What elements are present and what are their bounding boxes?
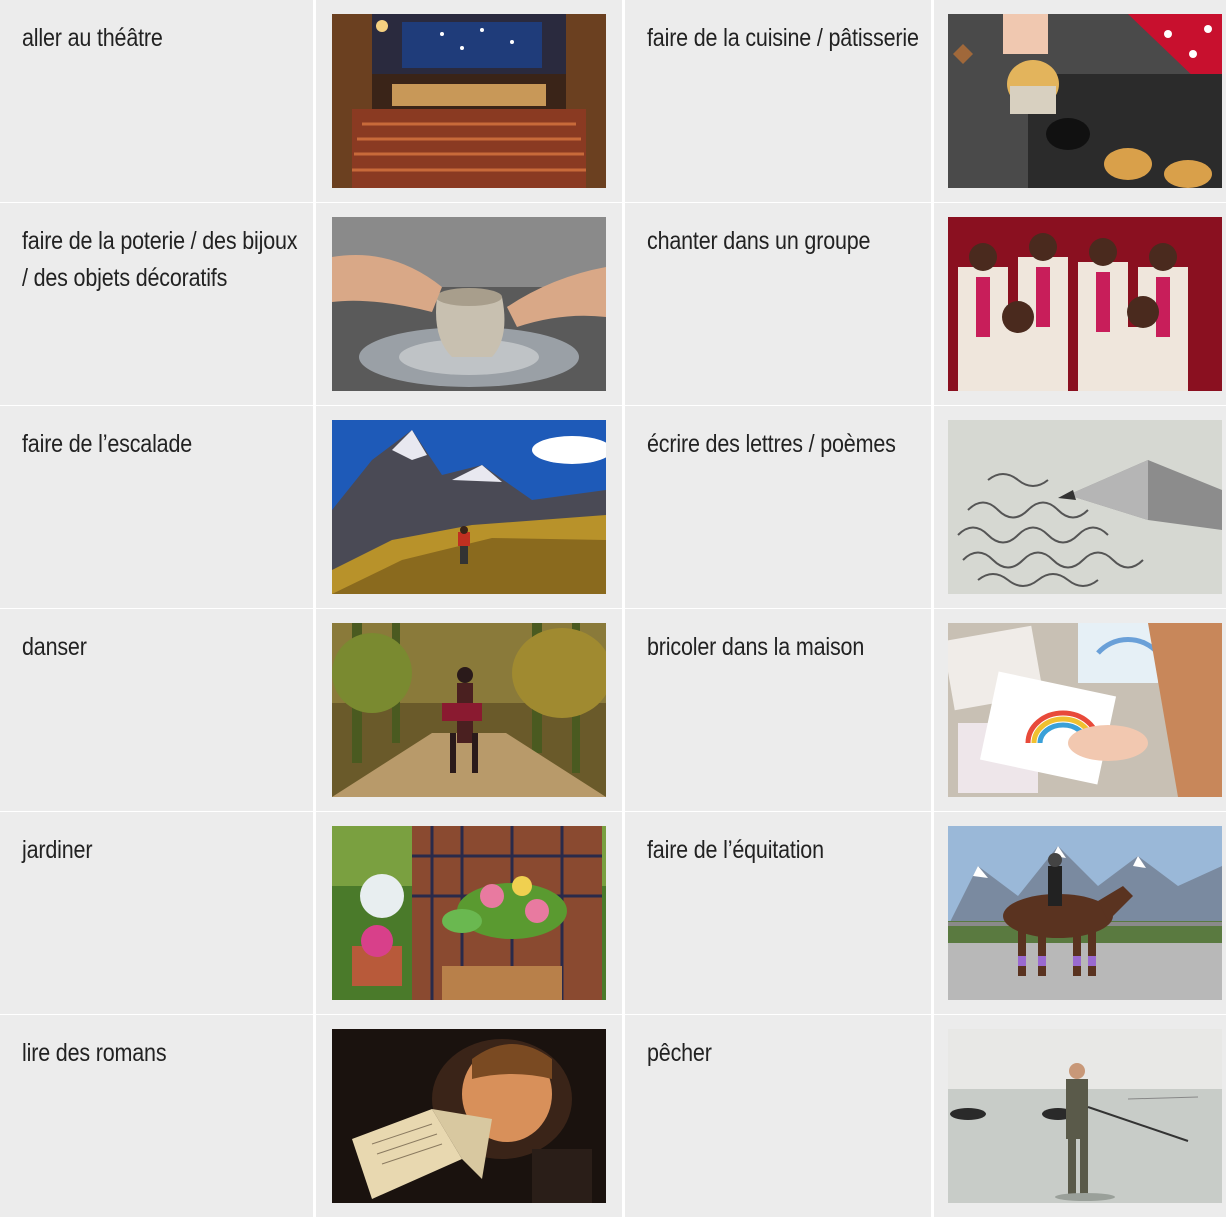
activity-label: faire de la cuisine / pâtisserie [647, 24, 919, 52]
activity-label: pêcher [647, 1039, 712, 1067]
fisherman-sea-image [947, 1029, 1222, 1203]
mountain-hiker-image [332, 420, 606, 594]
activity-image-cell [934, 1015, 1226, 1217]
activity-label-cell: faire de l’équitation [625, 812, 931, 1014]
activity-label-cell: chanter dans un groupe [625, 203, 931, 405]
crafting-paper-image [947, 623, 1222, 797]
activity-label-cell: aller au théâtre [0, 0, 313, 202]
activity-image-cell [316, 812, 622, 1014]
activity-label-cell: écrire des lettres / poèmes [625, 406, 931, 608]
gospel-choir-image [947, 217, 1222, 391]
activity-image-cell [316, 203, 622, 405]
activity-image-cell [934, 609, 1226, 811]
pottery-wheel-image [332, 217, 606, 391]
activity-label-cell: jardiner [0, 812, 313, 1014]
activity-image-cell [316, 406, 622, 608]
activity-label: danser [22, 633, 87, 661]
activity-image-cell [316, 0, 622, 202]
activity-label: bricoler dans la maison [647, 633, 865, 661]
child-reading-book-image [332, 1029, 606, 1203]
activity-label: chanter dans un groupe [647, 227, 871, 255]
activity-image-cell [934, 406, 1226, 608]
activity-image-cell [934, 0, 1226, 202]
activity-image-cell [316, 1015, 622, 1217]
theatre-auditorium-image [332, 14, 606, 188]
activity-label: écrire des lettres / poèmes [647, 430, 896, 458]
baking-muffins-image [947, 14, 1222, 188]
activity-label-cell: danser [0, 609, 313, 811]
activity-label-cell: faire de l’escalade [0, 406, 313, 608]
activity-label: faire de l’escalade [22, 430, 193, 458]
activity-label-cell: faire de la cuisine / pâtisserie [625, 0, 931, 202]
activity-label: jardiner [22, 836, 93, 864]
activity-label: faire de l’équitation [647, 836, 824, 864]
horse-rider-image [947, 826, 1222, 1000]
activity-image-cell [934, 812, 1226, 1014]
gardener-flowers-image [332, 826, 606, 1000]
couple-dancing-forest-image [332, 623, 606, 797]
activity-label-cell: pêcher [625, 1015, 931, 1217]
fountain-pen-letter-image [947, 420, 1222, 594]
activities-table: aller au théâtre faire de la cuisine / p… [0, 0, 1226, 1217]
activity-image-cell [934, 203, 1226, 405]
activity-label: aller au théâtre [22, 24, 163, 52]
activity-image-cell [316, 609, 622, 811]
activity-label: faire de la poterie / des bijoux / des o… [22, 227, 298, 292]
activity-label-cell: bricoler dans la maison [625, 609, 931, 811]
activity-label: lire des romans [22, 1039, 167, 1067]
activity-label-cell: faire de la poterie / des bijoux / des o… [0, 203, 313, 405]
activity-label-cell: lire des romans [0, 1015, 313, 1217]
